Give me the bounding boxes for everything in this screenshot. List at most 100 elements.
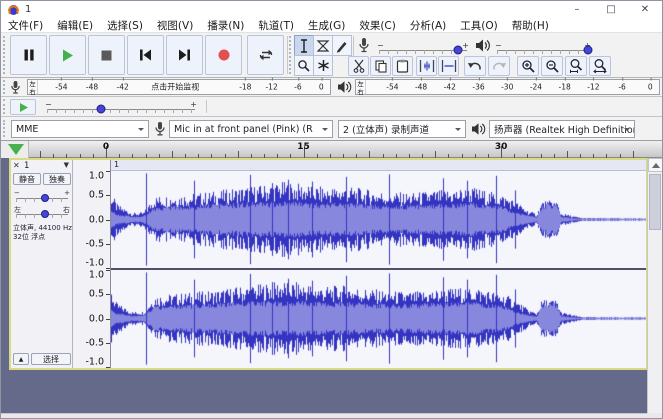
timeline-tick xyxy=(172,151,173,158)
vertical-scrollbar[interactable] xyxy=(647,158,662,413)
close-button[interactable]: ✕ xyxy=(628,1,662,18)
recording-volume-slider[interactable]: − + xyxy=(377,43,469,55)
playback-meter[interactable]: 左右 -54-48-42-36-30-24-18-12-60 xyxy=(355,79,660,95)
playback-meter-speaker-icon[interactable] xyxy=(337,80,352,94)
timeline-tick xyxy=(435,151,436,158)
amplitude-ruler[interactable]: 1.00.50.0-0.5-1.01.00.50.0-0.5-1.0 xyxy=(73,160,111,368)
menu-item[interactable]: 选择(S) xyxy=(100,18,150,33)
clip-title-bar[interactable]: 1 xyxy=(111,160,646,171)
cut-button[interactable] xyxy=(348,56,369,76)
menu-item[interactable]: 轨道(T) xyxy=(251,18,301,33)
recording-channels-value: 2 (立体声) 录制声道 xyxy=(343,122,429,136)
audacity-logo-icon xyxy=(7,3,20,16)
menu-item[interactable]: 文件(F) xyxy=(1,18,50,33)
zoom-tool-button[interactable] xyxy=(294,55,314,76)
silence-audio-button[interactable] xyxy=(438,56,459,76)
solo-button[interactable]: 独奏 xyxy=(43,173,71,185)
zoom-out-button[interactable] xyxy=(541,56,563,76)
recording-device-mic-icon xyxy=(154,121,166,137)
skip-to-end-button[interactable] xyxy=(166,35,203,75)
menu-item[interactable]: 帮助(H) xyxy=(505,18,556,33)
gain-knob[interactable] xyxy=(41,194,49,202)
gain-slider[interactable]: − + xyxy=(14,191,70,202)
waveform-channel-right[interactable] xyxy=(111,270,646,367)
playback-volume-slider[interactable]: − + xyxy=(495,43,591,55)
meter-scale-number: -30 xyxy=(501,83,513,92)
track-control-panel: ✕ 1 ▼ 静音 独奏 − + 左 右 立体声, 4410 xyxy=(11,160,73,368)
recording-meter-mic-icon[interactable] xyxy=(10,80,21,95)
play-button[interactable] xyxy=(49,35,86,75)
amplitude-tick xyxy=(106,195,110,196)
zoom-in-button[interactable] xyxy=(517,56,539,76)
waveform-channel-left[interactable] xyxy=(111,171,646,268)
select-track-button[interactable]: 选择 xyxy=(31,353,71,365)
slider-min-label: − xyxy=(45,100,52,109)
recording-device-select[interactable]: Mic in at front panel (Pink) (R xyxy=(169,120,333,138)
collapse-track-button[interactable]: ▲ xyxy=(13,353,29,365)
track-close-button[interactable]: ✕ xyxy=(13,161,20,170)
tools-toolbar-grip[interactable] xyxy=(289,36,293,74)
playback-device-value: 扬声器 (Realtek High Definition Au xyxy=(494,122,635,136)
paste-button[interactable] xyxy=(392,56,413,76)
fit-project-button[interactable] xyxy=(589,56,611,76)
envelope-tool-button[interactable] xyxy=(313,35,333,56)
recording-volume-mic-icon xyxy=(358,37,372,55)
scroll-up-button[interactable] xyxy=(648,158,663,172)
pause-button[interactable] xyxy=(10,35,47,75)
mute-button[interactable]: 静音 xyxy=(13,173,41,185)
track-menu-arrow-icon[interactable]: ▼ xyxy=(64,161,69,169)
menu-item[interactable]: 播录(N) xyxy=(200,18,251,33)
draw-tool-button[interactable] xyxy=(332,35,352,56)
maximize-button[interactable]: □ xyxy=(594,1,628,18)
recording-volume-knob[interactable] xyxy=(453,46,462,55)
timeline[interactable]: 01530 xyxy=(1,141,662,158)
timeline-pin-icon[interactable] xyxy=(8,144,24,155)
vertical-scroll-thumb[interactable] xyxy=(649,174,661,230)
record-button[interactable] xyxy=(205,35,242,75)
play-at-speed-button[interactable] xyxy=(10,99,36,115)
trim-audio-button[interactable] xyxy=(416,56,437,76)
pan-slider[interactable]: 左 右 xyxy=(14,207,70,218)
menu-item[interactable]: 视图(V) xyxy=(150,18,200,33)
play-at-speed-grip[interactable] xyxy=(3,99,7,114)
selection-tool-button[interactable] xyxy=(294,35,314,56)
amplitude-label: -1.0 xyxy=(85,357,104,368)
menu-item[interactable]: 工具(O) xyxy=(453,18,504,33)
up-arrow-icon xyxy=(652,163,660,168)
pan-knob[interactable] xyxy=(41,210,49,218)
copy-button[interactable] xyxy=(370,56,391,76)
timeline-ruler[interactable]: 01530 xyxy=(29,141,647,158)
stop-button[interactable] xyxy=(88,35,125,75)
fit-selection-button[interactable] xyxy=(565,56,587,76)
track-title[interactable]: 1 xyxy=(24,161,29,171)
menu-item[interactable]: 效果(C) xyxy=(352,18,403,33)
menu-item[interactable]: 生成(G) xyxy=(301,18,352,33)
undo-button[interactable] xyxy=(464,56,486,76)
play-speed-knob[interactable] xyxy=(97,105,106,114)
monitoring-hint[interactable]: 点击开始监视 xyxy=(151,82,199,93)
loop-button[interactable] xyxy=(247,35,284,75)
skip-to-start-button[interactable] xyxy=(127,35,164,75)
horizontal-scrollbar[interactable] xyxy=(1,413,647,419)
playback-volume-knob[interactable] xyxy=(584,46,593,55)
toolbar-zone: − + − + xyxy=(1,33,662,78)
meter-scale-number: -48 xyxy=(86,83,98,92)
menu-item[interactable]: 分析(A) xyxy=(403,18,453,33)
minimize-button[interactable]: – xyxy=(560,1,594,18)
transport-toolbar-grip[interactable] xyxy=(3,36,7,74)
multi-tool-button[interactable] xyxy=(313,55,333,76)
meter-scale-number: -36 xyxy=(472,83,484,92)
audio-clip[interactable]: 1 xyxy=(111,160,646,368)
recording-meter-grip[interactable] xyxy=(3,80,7,94)
recording-meter[interactable]: 左右 点击开始监视 -54-48-42-18-12-60 xyxy=(27,79,331,95)
playback-device-select[interactable]: 扬声器 (Realtek High Definition Au xyxy=(489,120,635,138)
timeline-tick xyxy=(567,151,568,158)
device-toolbar-grip[interactable] xyxy=(3,120,7,137)
redo-button[interactable] xyxy=(488,56,510,76)
timeline-tick xyxy=(633,151,634,158)
play-speed-slider[interactable]: − + xyxy=(45,102,197,114)
menu-item[interactable]: 编辑(E) xyxy=(50,18,100,33)
audio-host-select[interactable]: MME xyxy=(11,120,149,138)
timeline-label: 15 xyxy=(297,142,310,152)
recording-channels-select[interactable]: 2 (立体声) 录制声道 xyxy=(338,120,466,138)
